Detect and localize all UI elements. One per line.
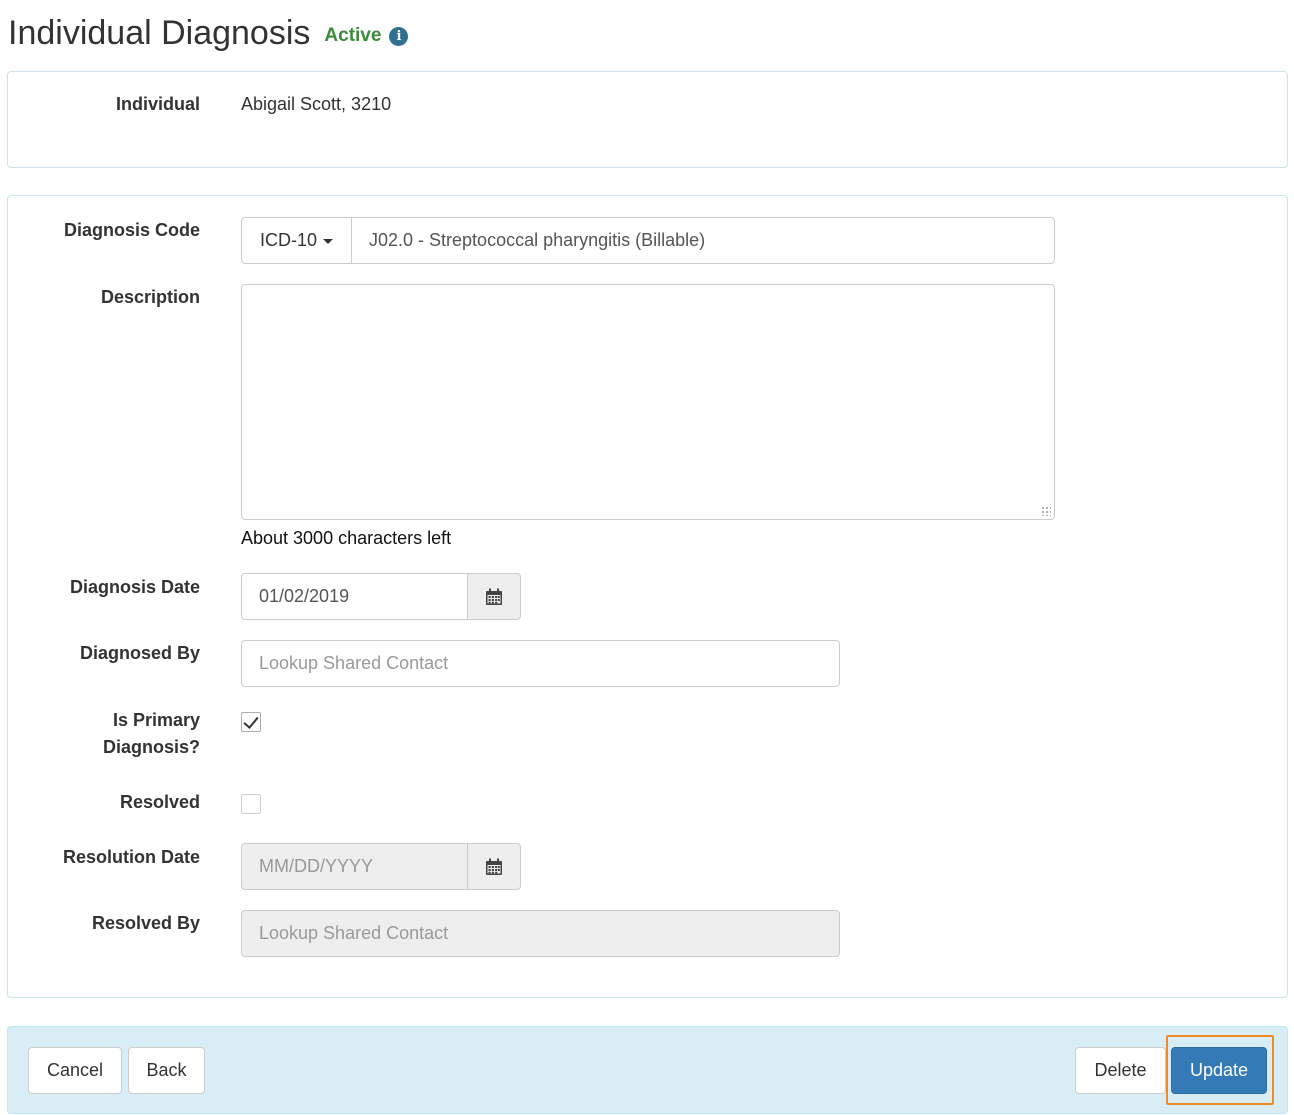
is-primary-label: Is Primary Diagnosis? — [10, 707, 200, 761]
caret-down-icon — [323, 239, 333, 244]
diagnosed-by-label: Diagnosed By — [79, 643, 200, 663]
diagnosis-date-input[interactable]: 01/02/2019 — [241, 573, 468, 620]
code-type-dropdown[interactable]: ICD-10 — [242, 218, 352, 263]
page-header: Individual Diagnosis Active i — [8, 10, 409, 56]
is-primary-checkbox[interactable] — [241, 712, 261, 732]
diagnosis-date-label: Diagnosis Date — [69, 577, 200, 597]
individual-label: Individual — [115, 94, 200, 114]
resolved-by-input[interactable]: Lookup Shared Contact — [241, 910, 840, 957]
diagnosis-code-input[interactable]: J02.0 - Streptococcal pharyngitis (Billa… — [352, 218, 1054, 263]
delete-button[interactable]: Delete — [1075, 1047, 1166, 1094]
individual-value: Abigail Scott, 3210 — [241, 94, 392, 114]
is-primary-label-line1: Is Primary — [112, 710, 200, 730]
form-actions-bar: Cancel Back Delete Update — [7, 1026, 1288, 1114]
resolution-date-label: Resolution Date — [62, 847, 200, 867]
characters-left-counter: About 3000 characters left — [241, 528, 452, 548]
individual-panel: Individual Abigail Scott, 3210 — [7, 71, 1288, 168]
diagnosed-by-input[interactable]: Lookup Shared Contact — [241, 640, 840, 687]
resolved-label: Resolved — [119, 792, 200, 812]
code-type-value: ICD-10 — [259, 230, 317, 250]
resolution-date-calendar-button[interactable] — [468, 843, 521, 890]
diagnosis-form-panel: Diagnosis Code ICD-10 J02.0 - Streptococ… — [7, 195, 1288, 998]
resize-grip-icon[interactable] — [1041, 506, 1051, 516]
resolution-date-input[interactable]: MM/DD/YYYY — [241, 843, 468, 890]
diagnosis-date-group: 01/02/2019 — [241, 573, 521, 620]
back-button[interactable]: Back — [128, 1047, 205, 1094]
diagnosis-code-group: ICD-10 J02.0 - Streptococcal pharyngitis… — [241, 217, 1055, 264]
description-label: Description — [100, 287, 200, 307]
info-circle-icon[interactable]: i — [389, 26, 409, 46]
update-button[interactable]: Update — [1171, 1047, 1267, 1094]
cancel-button[interactable]: Cancel — [28, 1047, 122, 1094]
status-badge: Active — [324, 25, 382, 46]
resolution-date-group: MM/DD/YYYY — [241, 843, 521, 890]
calendar-icon — [486, 858, 502, 875]
page-title: Individual Diagnosis — [8, 13, 311, 52]
resolved-checkbox[interactable] — [241, 794, 261, 814]
is-primary-label-line2: Diagnosis? — [102, 737, 200, 757]
diagnosis-date-calendar-button[interactable] — [468, 573, 521, 620]
description-textarea[interactable] — [241, 284, 1055, 520]
resolved-by-label: Resolved By — [91, 913, 200, 933]
calendar-icon — [486, 588, 502, 605]
diagnosis-code-label: Diagnosis Code — [63, 220, 200, 240]
